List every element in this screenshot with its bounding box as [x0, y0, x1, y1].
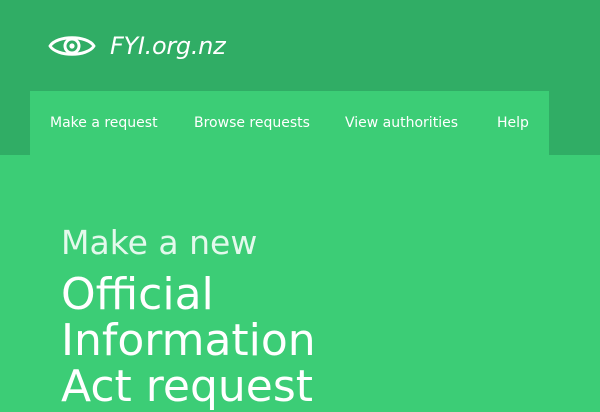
main-nav: Make a request Browse requests View auth…: [30, 91, 549, 155]
hero-intro: Make a new: [61, 223, 258, 262]
nav-make-request[interactable]: Make a request: [50, 91, 158, 155]
hero-section: Make a new Official Information Act requ…: [61, 218, 581, 410]
nav-help[interactable]: Help: [497, 91, 529, 155]
nav-view-authorities[interactable]: View authorities: [345, 91, 458, 155]
eye-icon: [48, 36, 96, 56]
hero-title-line: Information: [61, 315, 316, 366]
site-name: FYI.org.nz: [110, 32, 226, 60]
nav-browse-requests[interactable]: Browse requests: [194, 91, 310, 155]
site-logo-link[interactable]: FYI.org.nz: [47, 30, 226, 62]
hero-title-line: Official: [61, 269, 214, 320]
hero-title-line: Act request: [61, 361, 314, 412]
hero-title: Official Information Act request: [61, 272, 581, 410]
